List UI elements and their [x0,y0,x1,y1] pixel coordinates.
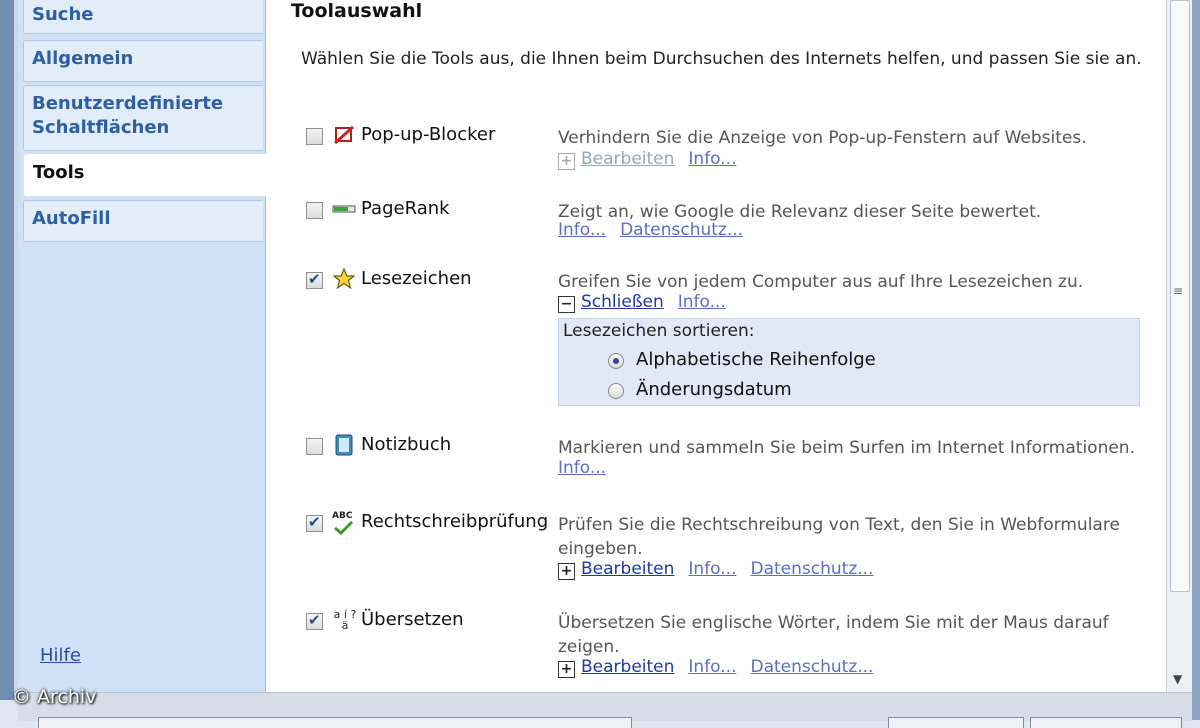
info-link[interactable]: Info... [678,292,726,312]
popup-blocker-icon [332,124,356,148]
bookmark-sort-panel: Lesezeichen sortieren: Alphabetische Rei… [558,318,1140,406]
tool-name: Rechtschreibprüfung [361,511,549,532]
info-link[interactable]: Info... [688,149,736,169]
page-title: Toolauswahl [291,0,423,22]
spellcheck-icon-text: ABC [332,511,353,521]
window-frame-right [1192,0,1200,720]
notizbuch-checkbox[interactable] [306,438,323,455]
plus-icon: + [558,661,575,678]
plus-icon: + [558,153,575,170]
tools-panel: Toolauswahl Wählen Sie die Tools aus, di… [266,0,1166,692]
tool-description: Prüfen Sie die Rechtschreibung von Text,… [558,515,1120,559]
lesezeichen-checkbox[interactable] [306,270,323,289]
bottom-field[interactable] [38,717,632,728]
intro-text: Wählen Sie die Tools aus, die Ihnen beim… [301,49,1142,69]
privacy-link[interactable]: Datenschutz... [620,220,743,240]
tool-description: Markieren und sammeln Sie beim Surfen im… [558,438,1135,458]
tool-name: PageRank [361,198,450,219]
sidebar-item-tools[interactable]: Tools [24,154,266,196]
minus-icon: − [558,296,575,313]
bottom-button-1[interactable] [888,717,1024,728]
info-link[interactable]: Info... [558,458,606,478]
rechtschreibpruefung-checkbox[interactable] [306,513,323,532]
sort-modified-label[interactable]: Änderungsdatum [636,379,792,400]
plus-icon: + [558,563,575,580]
window-frame-left [0,0,18,700]
dialog-button-bar [18,692,1192,728]
pagerank-checkbox[interactable] [306,202,323,219]
tool-name: Lesezeichen [361,268,472,289]
close-link[interactable]: Schließen [581,292,664,312]
popup-blocker-checkbox[interactable] [306,128,323,145]
sort-alphabetical-label[interactable]: Alphabetische Reihenfolge [636,349,876,370]
sidebar-item-suche[interactable]: Suche [23,0,263,34]
info-link[interactable]: Info... [688,657,736,677]
sidebar-item-benutzerdefinierte-schaltflaechen[interactable]: Benutzerdefinierte Schaltflächen [23,85,263,151]
uebersetzen-checkbox[interactable] [306,611,323,630]
tool-name: Übersetzen [361,609,464,630]
privacy-link[interactable]: Datenschutz... [751,559,874,579]
star-icon [332,267,356,292]
notebook-icon [332,434,356,458]
sort-alphabetical-radio[interactable] [608,353,624,369]
spellcheck-icon: ABC [332,511,356,536]
translate-icon: a í ?ä [332,609,358,633]
edit-link[interactable]: Bearbeiten [581,149,674,169]
tool-name: Pop-up-Blocker [361,124,496,145]
tool-description: Übersetzen Sie englische Wörter, indem S… [558,613,1109,657]
help-link[interactable]: Hilfe [40,645,81,666]
scroll-down-arrow-icon[interactable]: ▼ [1173,672,1182,686]
edit-link[interactable]: Bearbeiten [581,657,674,677]
sort-label: Lesezeichen sortieren: [563,321,755,341]
pagerank-bar-icon [332,198,356,222]
sidebar-item-autofill[interactable]: AutoFill [23,200,263,242]
scroll-grip-icon: ≡ [1173,284,1184,298]
info-link[interactable]: Info... [688,559,736,579]
edit-link[interactable]: Bearbeiten [581,559,674,579]
vertical-scrollbar[interactable]: ≡ ▼ [1166,0,1192,692]
bottom-button-2[interactable] [1030,717,1182,728]
translate-icon-text: a í ?ä [333,608,357,632]
sidebar-item-allgemein[interactable]: Allgemein [23,40,263,82]
info-link[interactable]: Info... [558,220,606,240]
privacy-link[interactable]: Datenschutz... [751,657,874,677]
tool-name: Notizbuch [361,434,452,455]
sort-modified-radio[interactable] [608,383,624,399]
copyright-watermark: © Archiv [12,686,97,708]
